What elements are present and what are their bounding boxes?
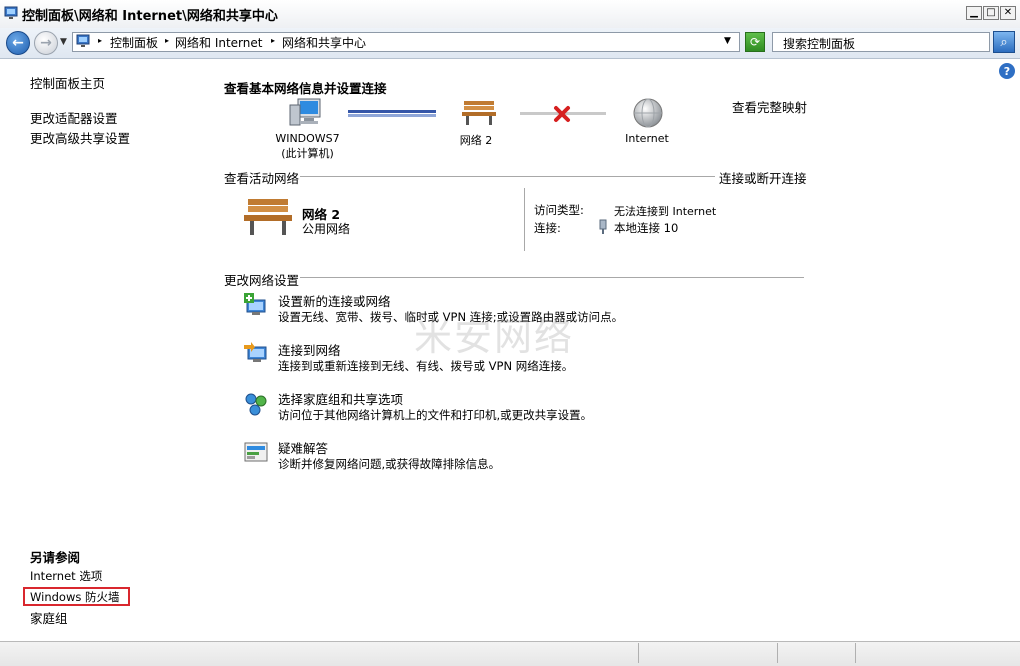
- computer-subtitle: (此计算机): [281, 147, 334, 160]
- change-settings-heading: 更改网络设置: [224, 273, 300, 288]
- network-bench-icon: [244, 199, 292, 235]
- task-description: 访问位于其他网络计算机上的文件和打印机,或更改共享设置。: [278, 408, 593, 422]
- internet-label: Internet: [625, 132, 669, 145]
- task-setup-connection[interactable]: 设置新的连接或网络: [278, 291, 391, 310]
- computer-name: WINDOWS7: [275, 132, 340, 145]
- breadcrumb-sharing-center[interactable]: 网络和共享中心: [282, 34, 366, 51]
- minimize-icon: ▁: [970, 7, 978, 18]
- link-control-panel-home[interactable]: 控制面板主页: [30, 73, 105, 92]
- minimize-button[interactable]: ▁: [966, 6, 982, 20]
- section-divider: [300, 176, 715, 177]
- active-networks-heading: 查看活动网络: [224, 171, 300, 186]
- refresh-icon: ⟳: [749, 35, 761, 49]
- task-description: 诊断并修复网络问题,或获得故障排除信息。: [278, 457, 501, 471]
- internet-globe-icon: [633, 98, 663, 128]
- task-connect-network[interactable]: 连接到网络: [278, 340, 341, 359]
- address-dropdown-icon[interactable]: ▼: [724, 36, 731, 46]
- breadcrumb-control-panel[interactable]: 控制面板: [110, 34, 158, 51]
- back-button[interactable]: ←: [6, 31, 30, 55]
- task-troubleshoot[interactable]: 疑难解答: [278, 438, 328, 457]
- link-change-adapter-settings[interactable]: 更改适配器设置: [30, 108, 118, 127]
- back-arrow-icon: ←: [12, 35, 24, 51]
- breadcrumb-network-internet[interactable]: 网络和 Internet: [175, 34, 262, 51]
- refresh-button[interactable]: ⟳: [745, 32, 765, 52]
- close-icon: ✕: [1003, 7, 1013, 18]
- status-bar-divider: [777, 643, 778, 663]
- connection-line-ok: [348, 110, 436, 117]
- page-title: 查看基本网络信息并设置连接: [224, 81, 387, 96]
- close-button[interactable]: ✕: [1000, 6, 1016, 20]
- network-type-link[interactable]: 公用网络: [302, 220, 350, 237]
- section-divider: [300, 277, 804, 278]
- vertical-divider: [524, 188, 525, 251]
- troubleshoot-icon: [244, 442, 268, 462]
- connect-network-icon: [244, 342, 267, 362]
- ethernet-connection-icon: [599, 219, 607, 234]
- status-bar-divider: [638, 643, 639, 663]
- maximize-button[interactable]: □: [983, 6, 999, 20]
- address-bar[interactable]: [72, 32, 740, 52]
- link-advanced-sharing-settings[interactable]: 更改高级共享设置: [30, 128, 130, 147]
- link-local-connection[interactable]: 本地连接 10: [614, 220, 678, 236]
- computer-icon: [289, 98, 321, 126]
- status-bar: [0, 641, 1020, 666]
- network-center-icon: [76, 34, 90, 47]
- breadcrumb-chevron-icon[interactable]: ▸: [271, 36, 275, 45]
- status-bar-divider: [855, 643, 856, 663]
- see-also-heading: 另请参阅: [30, 550, 81, 565]
- connection-label: 连接:: [534, 221, 561, 235]
- help-icon[interactable]: ?: [999, 63, 1015, 79]
- search-input[interactable]: 搜索控制面板: [772, 32, 990, 52]
- link-view-full-map[interactable]: 查看完整映射: [732, 97, 807, 116]
- homegroup-icon: [245, 393, 267, 416]
- search-button[interactable]: ⌕: [993, 31, 1015, 53]
- network-label: 网络 2: [459, 134, 493, 147]
- maximize-icon: □: [986, 7, 996, 18]
- link-connect-disconnect[interactable]: 连接或断开连接: [719, 168, 807, 187]
- disconnected-x-icon: [554, 106, 570, 122]
- watermark: 米安网络: [414, 315, 575, 359]
- access-type-label: 访问类型:: [534, 203, 584, 217]
- access-type-value: 无法连接到 Internet: [614, 205, 717, 218]
- network-center-icon: [4, 6, 18, 19]
- task-homegroup-sharing[interactable]: 选择家庭组和共享选项: [278, 389, 403, 408]
- forward-button[interactable]: →: [34, 31, 58, 55]
- forward-arrow-icon: →: [40, 35, 52, 51]
- link-internet-options[interactable]: Internet 选项: [30, 568, 102, 584]
- link-windows-firewall[interactable]: Windows 防火墙: [30, 589, 120, 605]
- window-title: 控制面板\网络和 Internet\网络和共享中心: [22, 9, 278, 24]
- link-homegroup[interactable]: 家庭组: [30, 608, 68, 627]
- breadcrumb-chevron-icon[interactable]: ▸: [98, 36, 102, 45]
- network-bench-icon: [462, 101, 496, 125]
- search-icon: ⌕: [1000, 34, 1008, 50]
- recent-pages-dropdown-icon[interactable]: ▼: [60, 37, 67, 47]
- setup-connection-icon: [244, 293, 266, 315]
- breadcrumb-chevron-icon[interactable]: ▸: [165, 36, 169, 45]
